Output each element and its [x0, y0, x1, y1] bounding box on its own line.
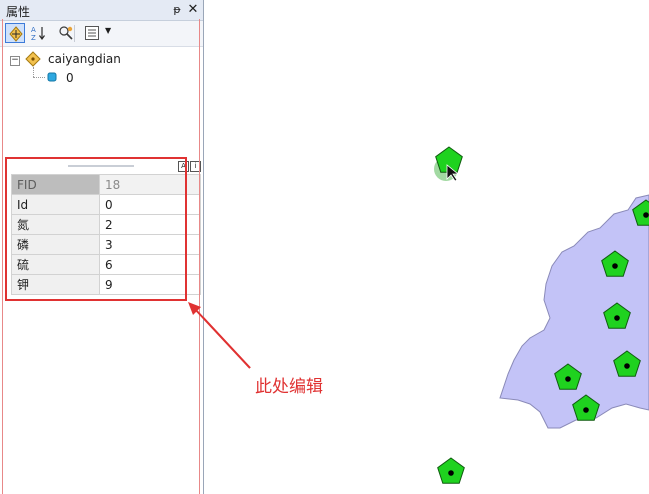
map-canvas[interactable] — [204, 0, 649, 494]
close-icon[interactable]: ✕ — [186, 2, 200, 17]
table-row: 氮 2 — [11, 214, 201, 235]
attribute-table: FID 18 Id 0 氮 2 磷 3 硫 6 钾 9 — [11, 174, 201, 295]
chevron-down-icon[interactable]: ▼ — [105, 26, 111, 35]
annotation-arrow — [204, 317, 251, 369]
field-value[interactable]: 6 — [99, 254, 201, 275]
field-value[interactable]: 9 — [99, 274, 201, 295]
field-value: 18 — [99, 174, 201, 195]
table-row: 硫 6 — [11, 254, 201, 275]
field-name: 钾 — [11, 274, 100, 295]
splitter-handle[interactable] — [68, 165, 134, 167]
tree-layer-label[interactable]: caiyangdian — [48, 50, 121, 68]
sort-icon[interactable]: A — [178, 161, 189, 172]
field-name: 氮 — [11, 214, 100, 235]
grid-view-icon — [85, 26, 99, 40]
annotation-layer — [204, 317, 251, 369]
table-row: Id 0 — [11, 194, 201, 215]
tree-feature-label[interactable]: 0 — [66, 69, 74, 87]
feature-icon — [47, 72, 57, 82]
field-name: FID — [11, 174, 100, 195]
table-row: 磷 3 — [11, 234, 201, 255]
attributes-panel: 属性 ᵽ ✕ A Z ▼ − caiyangdian 0 A i FID 18 … — [0, 0, 204, 494]
field-name: 硫 — [11, 254, 100, 275]
info-icon[interactable]: i — [190, 161, 201, 172]
table-row: 钾 9 — [11, 274, 201, 295]
field-value[interactable]: 3 — [99, 234, 201, 255]
field-value[interactable]: 0 — [99, 194, 201, 215]
grid-tools: Ai — [177, 161, 201, 175]
table-row: FID 18 — [11, 174, 201, 195]
field-value[interactable]: 2 — [99, 214, 201, 235]
grid-view-button[interactable] — [82, 23, 102, 43]
field-name: Id — [11, 194, 100, 215]
field-name: 磷 — [11, 234, 100, 255]
identify-icon — [59, 26, 73, 40]
annotation-label: 此处编辑 — [255, 377, 323, 397]
pin-icon[interactable]: ᵽ — [170, 2, 184, 17]
